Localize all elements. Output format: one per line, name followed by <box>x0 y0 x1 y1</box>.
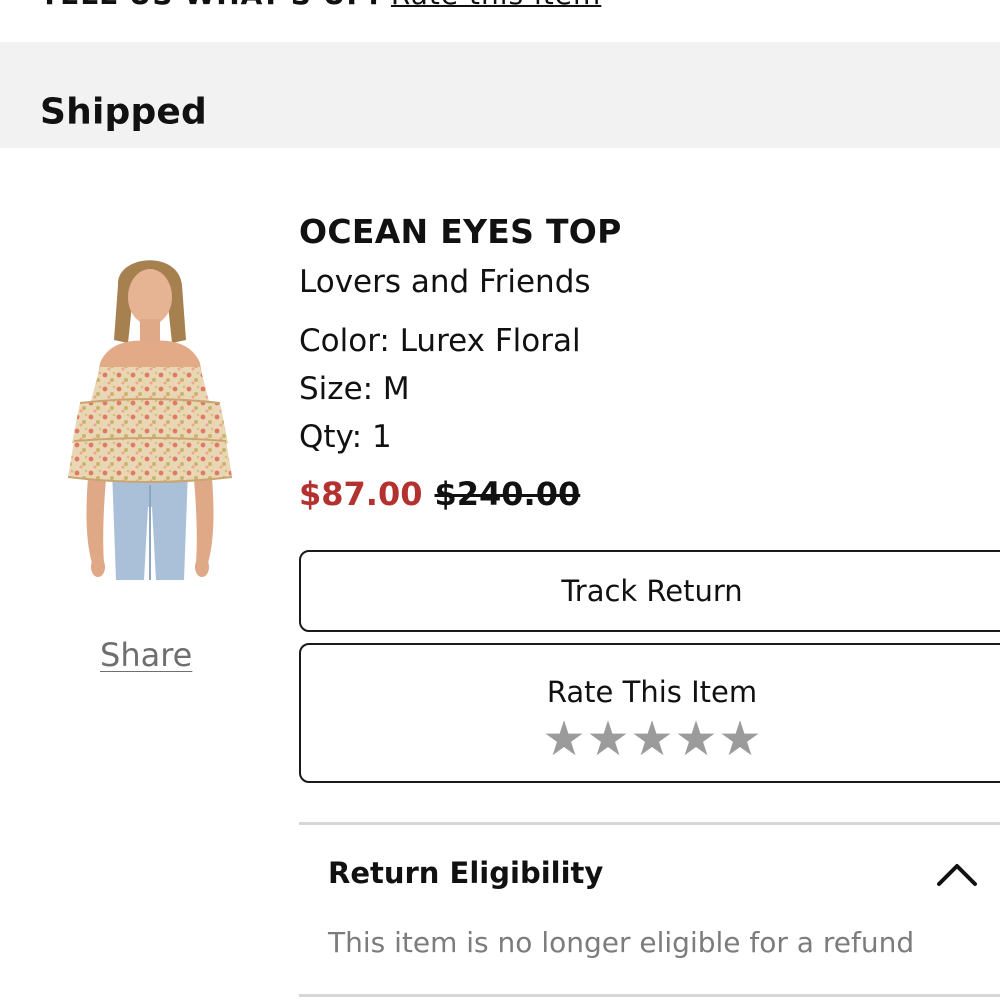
rate-item-label: Rate This Item <box>546 675 758 709</box>
product-quantity: Qty: 1 <box>299 419 392 455</box>
star-icon[interactable]: ★ <box>542 711 586 767</box>
track-return-button[interactable]: Track Return <box>299 550 1000 632</box>
product-image[interactable] <box>60 245 240 590</box>
divider <box>299 822 1000 825</box>
order-status-header: Shipped <box>0 42 1000 148</box>
return-eligibility-title[interactable]: Return Eligibility <box>328 856 603 890</box>
return-eligibility-message: This item is no longer eligible for a re… <box>328 926 915 959</box>
rate-this-item-link[interactable]: Rate this item <box>391 0 601 11</box>
product-name[interactable]: OCEAN EYES TOP <box>299 212 622 251</box>
sale-price: $87.00 <box>299 475 423 513</box>
share-link[interactable]: Share <box>100 636 192 674</box>
top-feedback-banner: TELL US WHAT'S UP: Rate this item <box>40 0 601 11</box>
star-icon[interactable]: ★ <box>586 711 630 767</box>
star-icon[interactable]: ★ <box>630 711 674 767</box>
top-feedback-prefix: TELL US WHAT'S UP: <box>40 0 380 11</box>
product-size: Size: M <box>299 371 410 407</box>
original-price: $240.00 <box>434 475 581 513</box>
star-icon[interactable]: ★ <box>718 711 762 767</box>
product-price: $87.00 $240.00 <box>299 475 580 513</box>
product-color: Color: Lurex Floral <box>299 323 581 359</box>
track-return-label: Track Return <box>561 574 743 608</box>
star-icon[interactable]: ★ <box>674 711 718 767</box>
divider <box>299 994 1000 997</box>
chevron-up-icon[interactable] <box>933 858 981 890</box>
order-status-title: Shipped <box>40 91 208 133</box>
star-rating: ★★★★★ <box>301 711 1000 767</box>
rate-item-box: Rate This Item ★★★★★ <box>299 643 1000 783</box>
product-brand[interactable]: Lovers and Friends <box>299 264 591 300</box>
